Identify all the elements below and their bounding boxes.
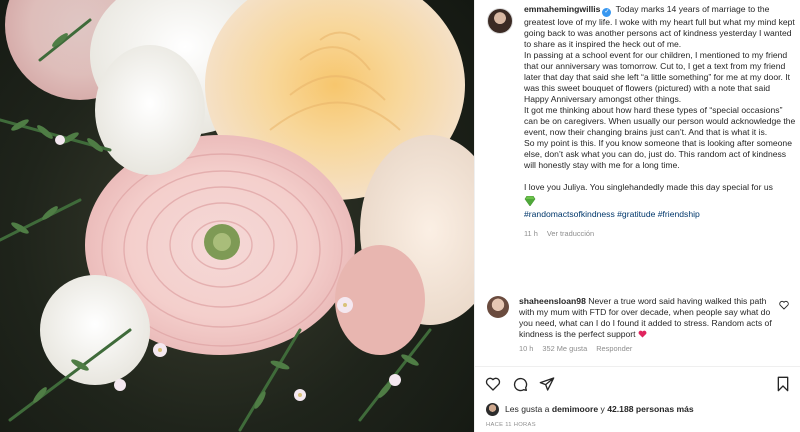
post-caption: emmahemingwillis ✓ Today marks 14 years o… — [483, 4, 799, 239]
comment-time: 10 h — [519, 344, 534, 353]
hashtags[interactable]: #randomactsofkindness #gratitude #friend… — [524, 209, 796, 220]
caption-paragraph-3: It got me thinking about how hard these … — [524, 105, 796, 137]
commenter-avatar[interactable] — [487, 296, 509, 318]
comment-item: shaheensloan98 Never a true word said ha… — [483, 296, 799, 354]
post-timestamp: HACE 11 HORAS — [486, 422, 536, 428]
comment-likes[interactable]: 352 Me gusta — [542, 343, 587, 354]
bookmark-icon[interactable] — [775, 376, 791, 392]
liker-username[interactable]: demimoore — [552, 404, 598, 414]
liker-avatar — [486, 402, 499, 416]
action-bar — [475, 366, 800, 398]
comment-meta: 10 h 352 Me gusta Responder — [519, 343, 781, 354]
comment-like-heart-icon[interactable] — [779, 300, 789, 310]
caption-paragraph-2: In passing at a school event for our chi… — [524, 50, 791, 104]
author-avatar[interactable] — [487, 8, 513, 34]
likes-count[interactable]: 42.188 personas más — [607, 404, 693, 414]
heart-icon[interactable] — [485, 376, 501, 392]
post-side-panel: emmahemingwillis ✓ Today marks 14 years o… — [474, 0, 800, 432]
likes-summary[interactable]: Les gusta a demimoore y 42.188 personas … — [483, 402, 694, 416]
see-translation-link[interactable]: Ver traducción — [547, 228, 594, 239]
caption-paragraph-5: I love you Juliya. You singlehandedly ma… — [524, 182, 773, 192]
gem-emoji-icon — [524, 193, 796, 209]
caption-time: 11 h — [524, 229, 538, 238]
reply-link[interactable]: Responder — [596, 343, 632, 354]
caption-text-block: emmahemingwillis ✓ Today marks 14 years o… — [524, 4, 796, 239]
post-image[interactable] — [0, 0, 474, 432]
comment-icon[interactable] — [512, 376, 528, 392]
verified-badge-icon: ✓ — [602, 8, 612, 17]
likes-connector: y — [600, 404, 605, 414]
likes-prefix: Les gusta a — [505, 404, 550, 414]
author-username[interactable]: emmahemingwillis — [524, 4, 600, 14]
comment-text-block: shaheensloan98 Never a true word said ha… — [519, 296, 781, 354]
commenter-username[interactable]: shaheensloan98 — [519, 296, 586, 306]
flower-bouquet-image — [0, 0, 474, 432]
caption-meta: 11 h Ver traducción — [524, 228, 796, 239]
red-heart-emoji-icon — [638, 330, 647, 338]
paper-plane-icon[interactable] — [539, 376, 555, 392]
caption-paragraph-4: So my point is this. If you know someone… — [524, 138, 792, 170]
